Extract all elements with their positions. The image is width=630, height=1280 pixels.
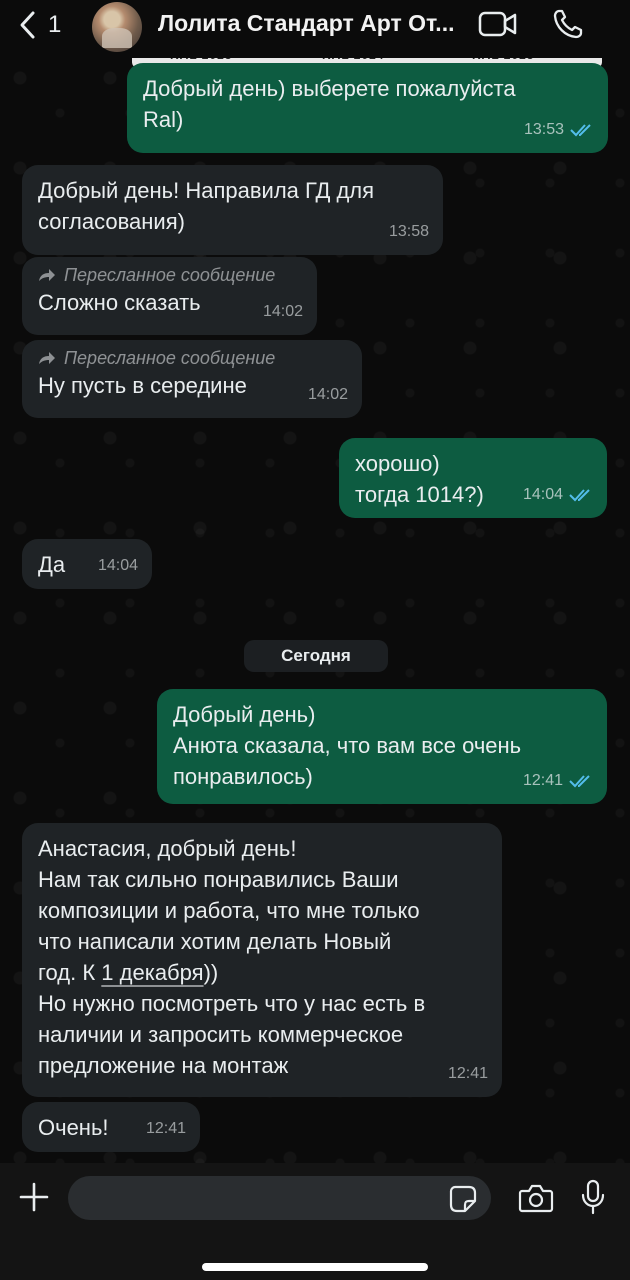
message-text: Ну пусть в середине (38, 373, 247, 398)
message-bubble-incoming[interactable]: Анастасия, добрый день! Нам так сильно п… (22, 823, 502, 1097)
video-call-icon (478, 11, 517, 37)
voice-call-button[interactable] (552, 8, 584, 45)
forward-icon (39, 352, 55, 364)
avatar[interactable] (92, 2, 142, 52)
message-bubble-incoming[interactable]: Очень! 12:41 (22, 1102, 200, 1152)
microphone-icon[interactable] (580, 1179, 606, 1215)
message-time: 14:02 (307, 386, 348, 403)
message-time: 12:41 (145, 1120, 186, 1137)
composer-bar (0, 1163, 630, 1280)
message-bubble-incoming[interactable]: Пересланное сообщение Ну пусть в середин… (22, 340, 362, 418)
chat-header: 1 Лолита Стандарт Арт От... (0, 0, 630, 58)
forward-icon (39, 269, 55, 281)
message-time: 13:53 (523, 121, 564, 138)
message-bubble-outgoing[interactable]: Добрый день) Анюта сказала, что вам все … (157, 689, 607, 804)
message-bubble-incoming[interactable]: Добрый день! Направила ГД для согласован… (22, 165, 443, 255)
unread-count: 1 (48, 11, 62, 38)
message-bubble-outgoing[interactable]: Добрый день) выберете пожалуйста Ral) 13… (127, 63, 608, 153)
home-indicator (202, 1263, 428, 1271)
camera-icon[interactable] (518, 1183, 554, 1213)
date-link[interactable]: 1 декабря (101, 960, 203, 985)
message-time: 13:58 (388, 223, 429, 240)
sticker-icon[interactable] (449, 1185, 477, 1213)
message-bubble-outgoing[interactable]: хорошо) тогда 1014?) 14:04 (339, 438, 607, 518)
message-input[interactable] (68, 1176, 491, 1220)
message-time: 14:04 (97, 557, 138, 574)
read-receipt-icon (569, 774, 590, 787)
chat-title[interactable]: Лолита Стандарт Арт От... (158, 10, 463, 37)
message-text: Сложно сказать (38, 290, 201, 315)
video-call-button[interactable] (478, 8, 518, 45)
message-list[interactable]: RAL 2023RAL 2024RAL 2025 Добрый день) вы… (0, 58, 630, 1163)
message-time: 14:02 (262, 303, 303, 320)
chevron-left-icon (20, 11, 35, 39)
message-text: Добрый день! Направила ГД для согласован… (38, 178, 375, 234)
message-time: 12:41 (522, 772, 563, 789)
message-bubble-incoming[interactable]: Да 14:04 (22, 539, 152, 589)
message-time: 12:41 (447, 1065, 488, 1082)
read-receipt-icon (570, 123, 591, 136)
message-text: Анастасия, добрый день! Нам так сильно п… (38, 836, 426, 1078)
date-separator: Сегодня (244, 640, 388, 672)
plus-icon[interactable] (18, 1181, 50, 1213)
phone-icon (553, 9, 583, 39)
read-receipt-icon (569, 488, 590, 501)
message-time: 14:04 (522, 486, 563, 503)
forwarded-label: Пересланное сообщение (64, 265, 276, 285)
message-bubble-incoming[interactable]: Пересланное сообщение Сложно сказать 14:… (22, 257, 317, 335)
back-button[interactable]: 1 (18, 8, 61, 42)
forwarded-label: Пересланное сообщение (64, 348, 276, 368)
